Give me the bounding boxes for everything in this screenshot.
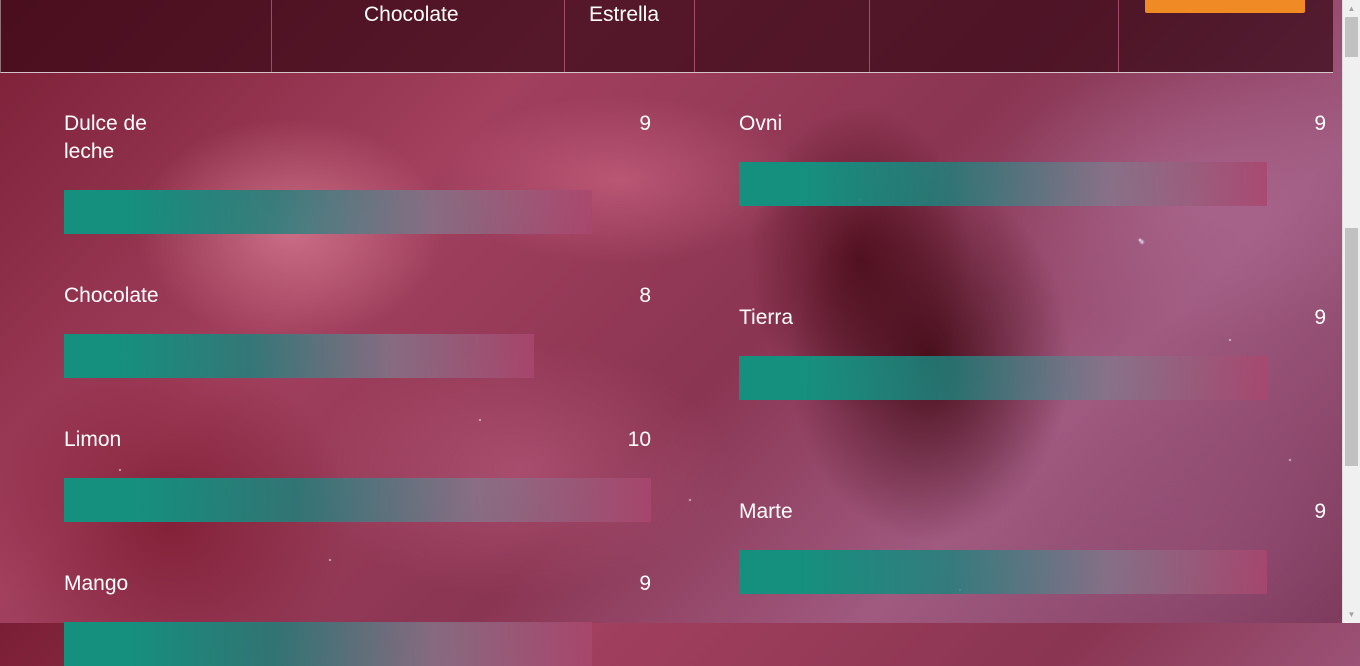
flavor-score: 9 bbox=[1314, 112, 1326, 135]
nav-divider bbox=[271, 0, 272, 72]
flavor-score: 10 bbox=[627, 428, 651, 451]
flavor-name: Chocolate bbox=[64, 284, 159, 307]
vertical-scrollbar[interactable]: ▲ ▼ bbox=[1342, 0, 1360, 623]
flavor-rating: Ovni 9 bbox=[739, 110, 1326, 206]
flavor-name: Marte bbox=[739, 500, 793, 523]
flavor-rating: Mango 9 bbox=[64, 570, 651, 666]
flavor-rating: Dulce de leche 9 bbox=[64, 110, 651, 234]
scrollbar-thumb-top[interactable] bbox=[1345, 17, 1358, 57]
nav-divider bbox=[869, 0, 870, 72]
flavor-score: 9 bbox=[639, 572, 651, 595]
flavor-score: 9 bbox=[1314, 306, 1326, 329]
nav-item-chocolate[interactable]: Chocolate bbox=[364, 3, 459, 27]
flavor-name: Dulce de leche bbox=[64, 112, 147, 163]
flavor-rating: Tierra 9 bbox=[739, 304, 1326, 400]
flavor-score: 9 bbox=[1314, 500, 1326, 523]
orange-action-button[interactable] bbox=[1145, 0, 1305, 13]
flavor-bar bbox=[64, 334, 534, 378]
scroll-down-icon[interactable]: ▼ bbox=[1343, 606, 1360, 623]
scroll-up-icon[interactable]: ▲ bbox=[1343, 0, 1360, 17]
scrollbar-thumb[interactable] bbox=[1345, 228, 1358, 466]
flavor-name: Mango bbox=[64, 572, 129, 595]
flavor-score: 8 bbox=[639, 284, 651, 307]
flavor-rating: Chocolate 8 bbox=[64, 282, 651, 378]
nav-divider bbox=[694, 0, 695, 72]
flavor-bar bbox=[739, 356, 1267, 400]
nav-item-estrella[interactable]: Estrella bbox=[589, 3, 659, 27]
flavor-bar bbox=[64, 478, 651, 522]
nav-divider bbox=[1118, 0, 1119, 72]
flavor-bar bbox=[64, 622, 592, 666]
flavor-rating: Marte 9 bbox=[739, 498, 1326, 594]
flavor-rating: Limon 10 bbox=[64, 426, 651, 522]
flavor-name: Ovni bbox=[739, 112, 783, 135]
flavor-score: 9 bbox=[639, 112, 651, 135]
flavor-name: Tierra bbox=[739, 306, 794, 329]
nav-divider bbox=[564, 0, 565, 72]
flavor-bar bbox=[64, 190, 592, 234]
flavor-bar bbox=[739, 550, 1267, 594]
flavor-bar bbox=[739, 162, 1267, 206]
top-navigation: Chocolate Estrella bbox=[0, 0, 1333, 73]
flavor-name: Limon bbox=[64, 428, 122, 451]
